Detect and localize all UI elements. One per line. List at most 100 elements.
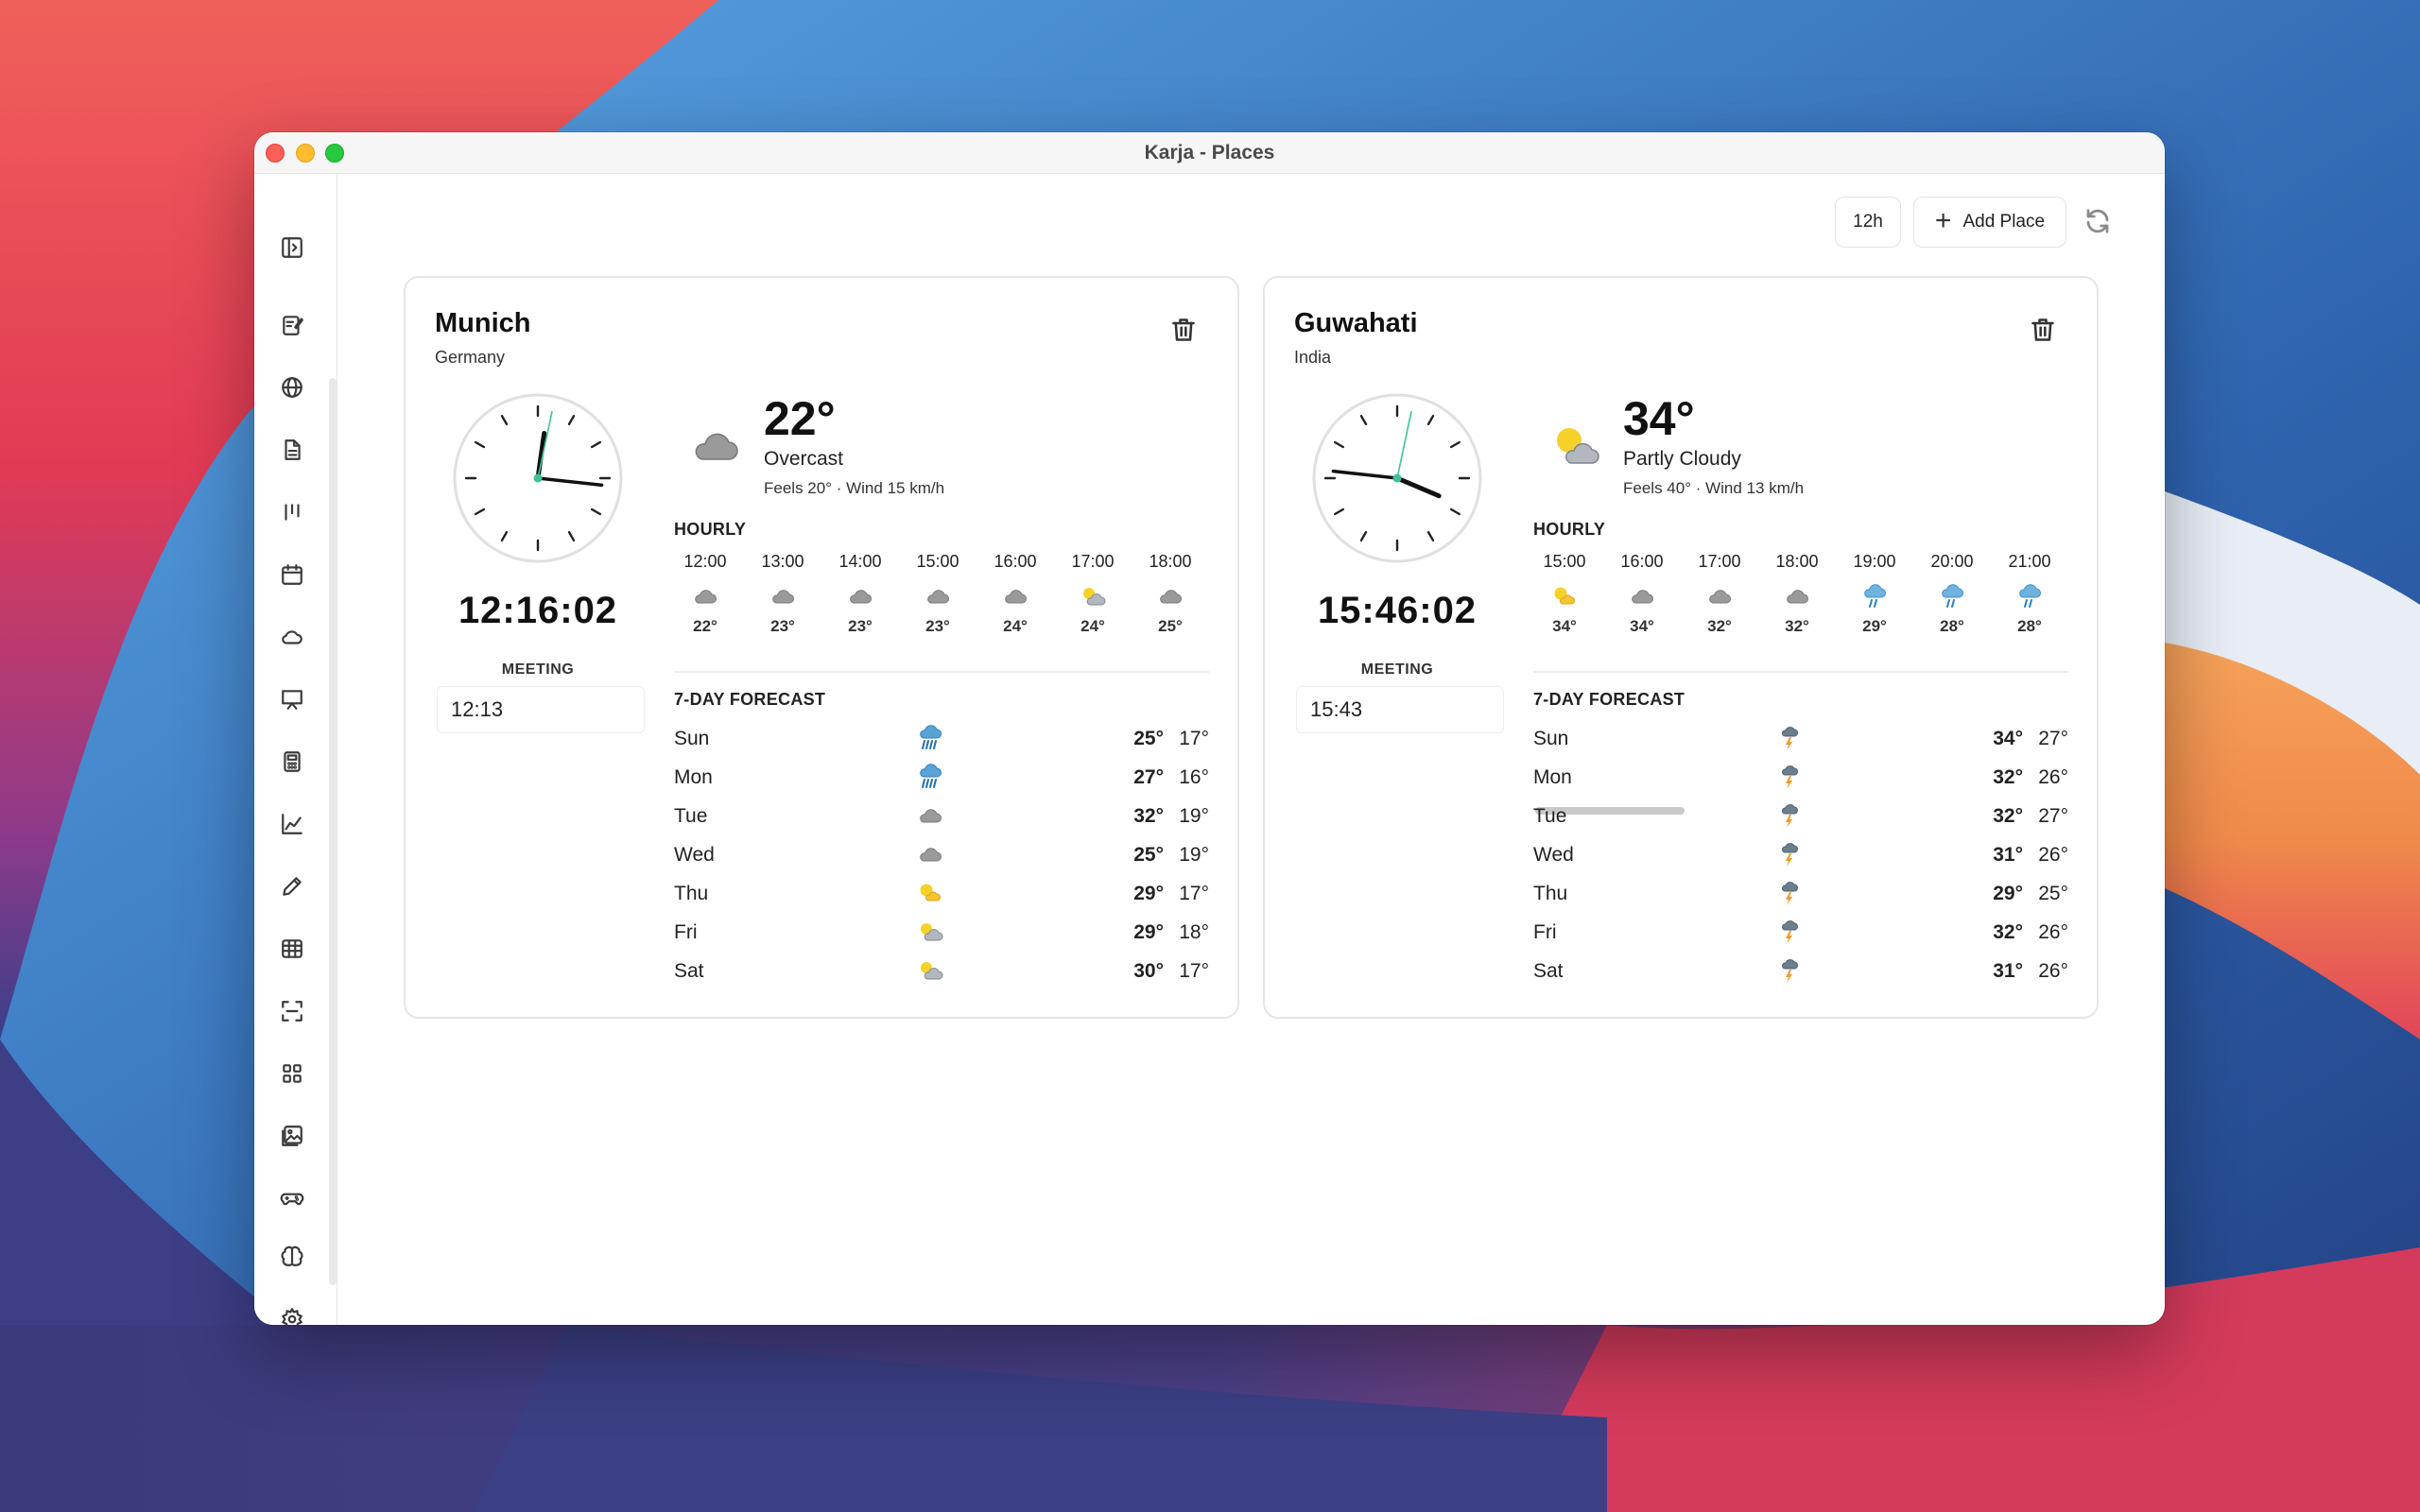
gallery-icon[interactable] — [277, 1121, 307, 1151]
analog-clock — [453, 393, 623, 563]
forecast-high: 25° — [1133, 728, 1164, 749]
hourly-item: 12:00 22° — [672, 552, 738, 636]
hourly-strip[interactable]: 12:00 22° 13:00 23° 14:00 23° 15:00 23° 16:00 24°… — [674, 552, 1209, 646]
calendar-icon[interactable] — [277, 559, 307, 590]
trash-icon[interactable] — [2030, 316, 2056, 346]
hourly-temperature: 28° — [1940, 617, 1964, 635]
hourly-time: 16:00 — [994, 552, 1037, 571]
scan-icon[interactable] — [277, 996, 307, 1026]
hourly-temperature: 24° — [1003, 617, 1028, 635]
forecast-high: 32° — [1993, 766, 2023, 788]
forecast-high: 25° — [1133, 844, 1164, 866]
forecast-high: 32° — [1993, 805, 2023, 827]
forecast-row: Sun 25° 17° — [674, 722, 1209, 761]
brain-icon[interactable] — [277, 1242, 307, 1272]
hourly-item: 19:00 29° — [1841, 552, 1908, 636]
forecast-high: 30° — [1133, 960, 1164, 982]
meeting-time-input[interactable]: 12:13 — [437, 686, 645, 733]
meeting-time-input[interactable]: 15:43 — [1296, 686, 1504, 733]
hourly-temperature: 24° — [1080, 617, 1105, 635]
rain-icon — [1942, 584, 1963, 608]
forecast-low: 27° — [2038, 728, 2068, 749]
forecast-day: Thu — [674, 883, 709, 904]
table-icon[interactable] — [277, 934, 307, 964]
thunderstorm-icon — [1781, 882, 1798, 905]
forecast-day: Fri — [1533, 921, 1557, 943]
hourly-item: 15:00 23° — [905, 552, 971, 636]
current-temperature: 34° — [1623, 392, 1695, 445]
current-condition: Partly Cloudy — [1623, 448, 1741, 470]
hourly-item: 14:00 23° — [827, 552, 893, 636]
partly-cloudy-icon — [921, 962, 943, 980]
hourly-time: 18:00 — [1775, 552, 1819, 571]
hourly-item: 17:00 32° — [1686, 552, 1753, 636]
rain-icon — [1864, 584, 1886, 608]
hourly-temperature: 23° — [848, 617, 873, 635]
plus-icon: + — [1934, 204, 1952, 236]
settings-icon[interactable] — [277, 1304, 307, 1325]
forecast-row: Thu 29° 17° — [674, 877, 1209, 916]
sun-cloud-icon — [920, 884, 941, 902]
add-place-label: Add Place — [1962, 212, 2046, 232]
cloud-icon — [1632, 590, 1653, 604]
city-name: Guwahati — [1294, 308, 1418, 338]
hourly-time: 17:00 — [1698, 552, 1741, 571]
feels-like-wind: Feels 40° · Wind 13 km/h — [1623, 479, 1805, 497]
pencil-icon[interactable] — [277, 871, 307, 902]
hourly-strip[interactable]: 15:00 34° 16:00 34° 17:00 32° 18:00 32° 19:00 29°… — [1533, 552, 2068, 646]
meeting-label: MEETING — [501, 662, 575, 678]
partly-cloudy-icon — [921, 923, 943, 941]
gamepad-icon[interactable] — [277, 1183, 307, 1213]
hourly-temperature: 32° — [1785, 617, 1809, 635]
cloud-icon[interactable] — [277, 622, 307, 652]
forecast-row: Fri 29° 18° — [674, 916, 1209, 954]
forecast-low: 26° — [2038, 960, 2068, 982]
globe-icon[interactable] — [277, 372, 307, 403]
rain-icon — [2019, 584, 2041, 608]
grid-icon[interactable] — [277, 1058, 307, 1089]
refresh-icon[interactable] — [2083, 207, 2114, 237]
hourly-item: 16:00 24° — [982, 552, 1048, 636]
sidebar-scrollbar[interactable] — [329, 378, 337, 1285]
hourly-divider — [674, 671, 1209, 673]
clock-center — [533, 473, 543, 483]
presentation-icon[interactable] — [277, 684, 307, 714]
hourly-divider — [1533, 671, 2068, 673]
forecast-low: 17° — [1179, 960, 1209, 982]
hourly-time: 18:00 — [1149, 552, 1192, 571]
forecast-day: Tue — [1533, 805, 1567, 827]
cloud-icon — [695, 590, 717, 604]
forecast-high: 29° — [1993, 883, 2023, 904]
calculator-icon[interactable] — [277, 747, 307, 777]
hourly-label: HOURLY — [1533, 520, 1606, 539]
forecast-high: 34° — [1993, 728, 2023, 749]
time-format-toggle-button[interactable]: 12h — [1835, 197, 1901, 248]
current-temperature: 22° — [764, 392, 836, 445]
meeting-label: MEETING — [1360, 662, 1434, 678]
chart-icon[interactable] — [277, 809, 307, 839]
thunderstorm-icon — [1781, 959, 1798, 983]
hourly-temperature: 34° — [1552, 617, 1577, 635]
thunderstorm-icon — [1781, 804, 1798, 828]
notes-icon[interactable] — [277, 310, 307, 340]
forecast-low: 26° — [2038, 844, 2068, 866]
forecast-high: 29° — [1133, 883, 1164, 904]
add-place-button[interactable]: + Add Place — [1913, 197, 2066, 248]
hourly-time: 12:00 — [683, 552, 727, 571]
document-icon[interactable] — [277, 435, 307, 465]
thunderstorm-icon — [1781, 843, 1798, 867]
kanban-icon[interactable] — [277, 497, 307, 527]
forecast-row: Wed 25° 19° — [674, 838, 1209, 877]
forecast-day: Thu — [1533, 883, 1568, 904]
hourly-time: 15:00 — [1543, 552, 1586, 571]
forecast-low: 19° — [1179, 805, 1209, 827]
partly-cloudy-icon — [1557, 428, 1599, 464]
hourly-time: 21:00 — [2008, 552, 2051, 571]
forecast-row: Sat 30° 17° — [674, 954, 1209, 993]
country-name: Germany — [435, 348, 506, 367]
forecast-row: Sat 31° 26° — [1533, 954, 2068, 993]
trash-icon[interactable] — [1170, 316, 1197, 346]
toggle-sidebar-icon[interactable] — [277, 232, 307, 263]
forecast-low: 26° — [2038, 766, 2068, 788]
forecast-day: Wed — [674, 844, 715, 866]
